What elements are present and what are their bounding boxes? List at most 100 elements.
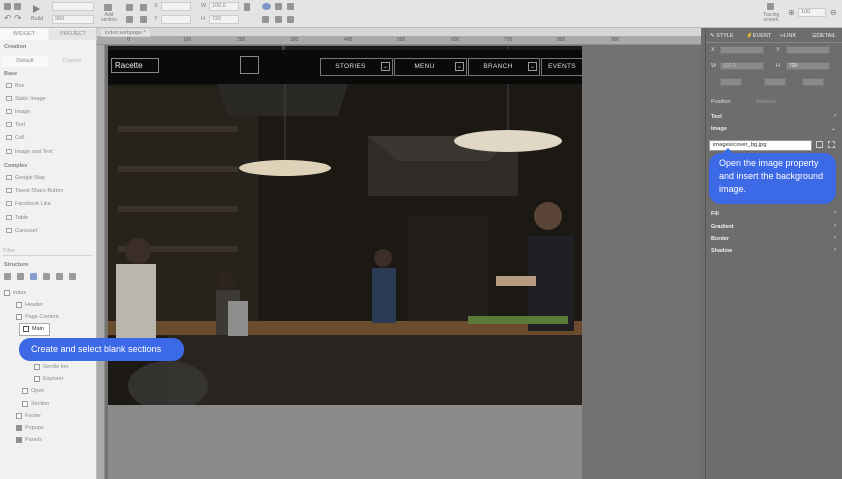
- widget-text[interactable]: Text: [6, 120, 25, 130]
- h-field[interactable]: 720: [209, 15, 239, 24]
- tree-icon-5[interactable]: [56, 273, 63, 280]
- widget-image[interactable]: Image: [6, 107, 30, 117]
- margin-left-field[interactable]: [720, 78, 742, 86]
- filter-input[interactable]: Filter: [3, 246, 93, 256]
- build-label[interactable]: Build: [31, 16, 43, 22]
- open-file-icon[interactable]: [4, 3, 11, 10]
- section-gradient[interactable]: Gradient: [711, 224, 734, 230]
- tree-open[interactable]: Open: [22, 386, 44, 396]
- tree-index[interactable]: index: [4, 288, 26, 298]
- w-field[interactable]: 100.0: [209, 2, 239, 11]
- tab-index-webpage[interactable]: index.webpage *: [101, 29, 150, 37]
- tree-icon-3[interactable]: [30, 273, 37, 280]
- x-field[interactable]: [720, 46, 764, 54]
- position-select[interactable]: Relative: [756, 99, 776, 105]
- add-section-label[interactable]: Add section: [101, 13, 117, 23]
- widget-facebook-like[interactable]: Facebook Like: [6, 199, 51, 209]
- layer-icon[interactable]: [275, 3, 282, 10]
- undo-icon[interactable]: ↶: [4, 14, 12, 23]
- chevron-right-icon[interactable]: ›: [834, 247, 836, 253]
- widget-carousel[interactable]: Carousel: [6, 226, 37, 236]
- widget-cell[interactable]: Cell: [6, 133, 24, 143]
- tracing-icon[interactable]: [767, 3, 774, 10]
- tab-project[interactable]: PROJECT: [49, 29, 97, 40]
- chevron-down-icon[interactable]: ⌄: [528, 62, 537, 71]
- tab-style[interactable]: ✎ STYLE: [710, 31, 734, 41]
- fullscreen-icon[interactable]: [828, 141, 835, 148]
- tab-event[interactable]: ⚡EVENT: [746, 31, 771, 41]
- nav-menu[interactable]: MENU ⌄: [394, 58, 467, 76]
- trash-icon[interactable]: [69, 273, 76, 280]
- tree-icon-4[interactable]: [43, 273, 50, 280]
- w-field[interactable]: 100.0: [720, 62, 764, 70]
- tree-header[interactable]: Header: [16, 300, 43, 310]
- edit-icon[interactable]: [287, 16, 294, 23]
- group-icon[interactable]: [140, 4, 147, 11]
- nav-branch[interactable]: BRANCH ⌄: [468, 58, 540, 76]
- chevron-right-icon[interactable]: ›: [834, 113, 836, 119]
- hide-icon[interactable]: [262, 16, 269, 23]
- zoom-field[interactable]: 100: [798, 8, 826, 17]
- image-browse-icon[interactable]: [816, 141, 823, 148]
- margin-right-field[interactable]: [764, 78, 786, 86]
- chevron-right-icon[interactable]: ›: [834, 235, 836, 241]
- tree-gentle-inn[interactable]: Gentle Inn: [34, 362, 68, 372]
- ruler-mark: 0: [127, 37, 130, 43]
- add-section-icon[interactable]: [104, 4, 112, 11]
- tree-explorer[interactable]: Explorer: [34, 374, 63, 384]
- h-field[interactable]: 720: [786, 62, 830, 70]
- site-logo[interactable]: Racette: [111, 58, 159, 73]
- tree-footer[interactable]: Footer: [16, 411, 41, 421]
- widget-static-image[interactable]: Static Image: [6, 94, 46, 104]
- nav-stories[interactable]: STORIES ⌄: [320, 58, 393, 76]
- section-text[interactable]: Text: [711, 114, 722, 120]
- tree-icon-2[interactable]: [17, 273, 24, 280]
- logo-placeholder-box[interactable]: [240, 56, 259, 74]
- widget-table[interactable]: Table: [6, 213, 28, 223]
- tree-panels[interactable]: Panels: [16, 435, 42, 445]
- margin-bottom-field[interactable]: [802, 78, 824, 86]
- zoom-in-icon[interactable]: ⊕: [788, 8, 795, 17]
- widget-tweet-share[interactable]: Tweet Share Button: [6, 186, 63, 196]
- breakpoint-select[interactable]: [52, 2, 94, 11]
- widget-image-and-text[interactable]: Image and Text: [6, 147, 53, 157]
- section-fill[interactable]: Fill: [711, 211, 719, 217]
- eye-icon[interactable]: [262, 3, 271, 10]
- chevron-down-icon[interactable]: ⌄: [455, 62, 464, 71]
- tab-detail[interactable]: ☰DETAIL: [812, 31, 836, 41]
- y-field[interactable]: [786, 46, 830, 54]
- tree-popups[interactable]: Popups: [16, 423, 44, 433]
- section-image[interactable]: Image: [711, 126, 727, 132]
- zoom-out-icon[interactable]: ⊖: [830, 8, 837, 17]
- widget-box[interactable]: Box: [6, 81, 24, 91]
- align-icon[interactable]: [126, 4, 133, 11]
- chevron-down-icon[interactable]: ⌄: [831, 125, 836, 132]
- nav-events[interactable]: EVENTS: [541, 58, 582, 76]
- tree-page-content[interactable]: Page Content: [16, 312, 59, 322]
- widget-google-map[interactable]: Google Map: [6, 173, 45, 183]
- save-icon[interactable]: [14, 3, 21, 10]
- tree-section[interactable]: Section: [22, 399, 49, 409]
- pen-icon[interactable]: [287, 3, 294, 10]
- play-icon[interactable]: [33, 5, 40, 13]
- tab-widget[interactable]: WIDGET: [0, 29, 48, 40]
- ungroup-icon[interactable]: [140, 16, 147, 23]
- distribute-icon[interactable]: [126, 16, 133, 23]
- link-icon[interactable]: [275, 16, 282, 23]
- chevron-down-icon[interactable]: ⌄: [381, 62, 390, 71]
- tab-link[interactable]: ∞LINK: [780, 31, 796, 41]
- page-width-field[interactable]: 960: [52, 15, 94, 24]
- tree-main-selected[interactable]: Main: [19, 323, 50, 336]
- lock-icon[interactable]: [244, 3, 250, 11]
- tracing-label[interactable]: Tracing screen: [760, 13, 782, 23]
- chevron-right-icon[interactable]: ›: [834, 223, 836, 229]
- y-field[interactable]: [161, 15, 191, 24]
- x-field[interactable]: [161, 2, 191, 11]
- chevron-right-icon[interactable]: ›: [834, 210, 836, 216]
- section-shadow[interactable]: Shadow: [711, 248, 732, 254]
- subtab-default[interactable]: Default: [2, 56, 48, 67]
- section-border[interactable]: Border: [711, 236, 729, 242]
- redo-icon[interactable]: ↷: [14, 14, 22, 23]
- tree-icon-1[interactable]: [4, 273, 11, 280]
- subtab-custom[interactable]: Custom: [49, 56, 95, 67]
